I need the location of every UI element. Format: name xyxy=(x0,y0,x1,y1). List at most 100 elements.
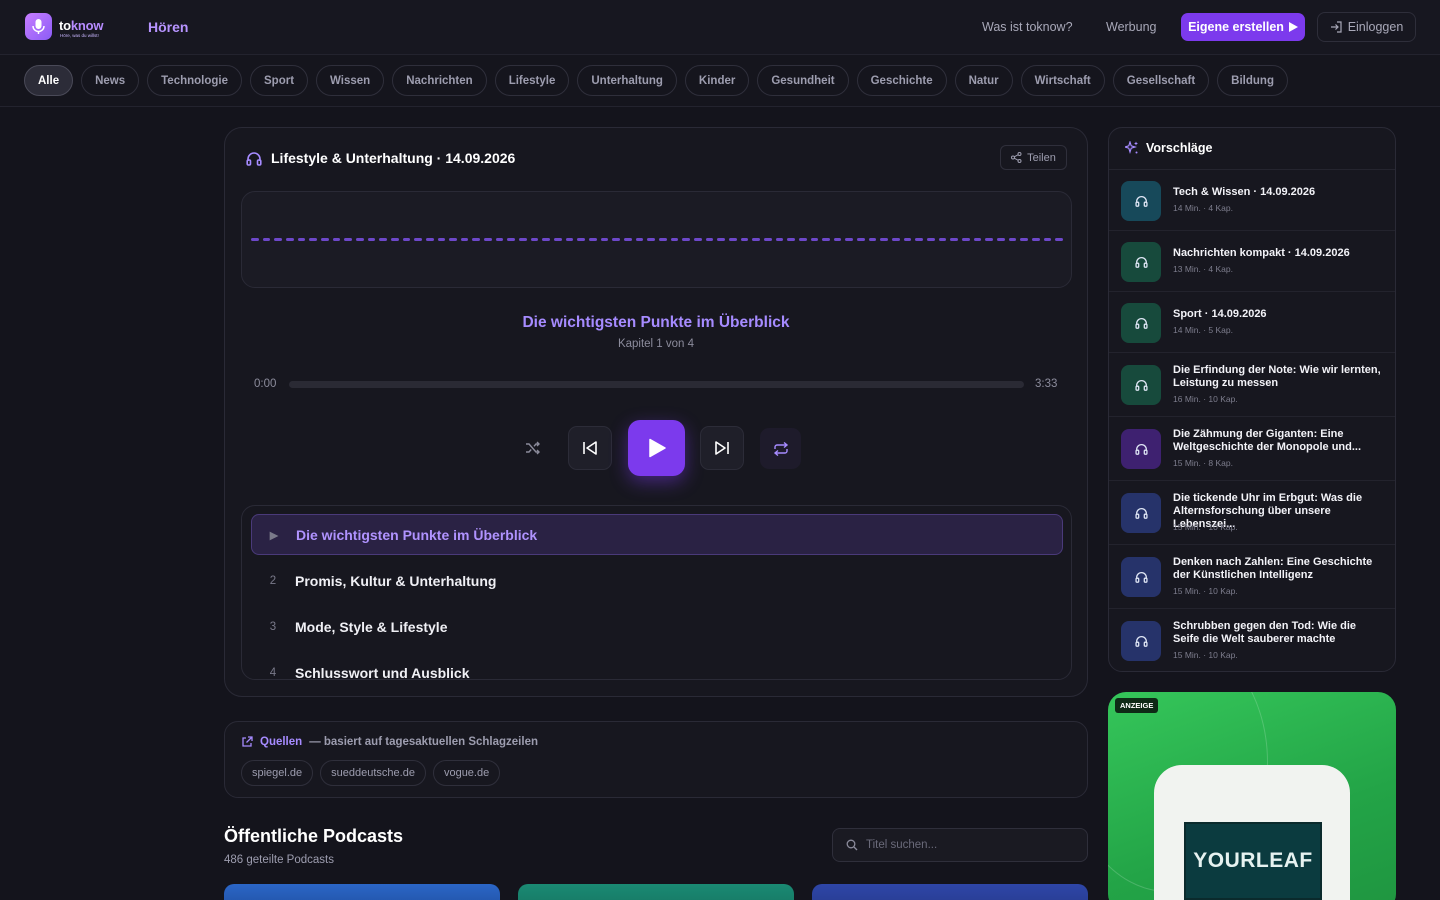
waveform-bar xyxy=(822,238,830,241)
nav-was-ist-toknow[interactable]: Was ist toknow? xyxy=(982,20,1073,34)
suggestion-item[interactable]: Die Zähmung der Giganten: Eine Weltgesch… xyxy=(1109,417,1395,481)
suggestions-header: Vorschläge xyxy=(1125,141,1212,155)
logo-icon[interactable] xyxy=(25,13,52,40)
category-chip-geschichte[interactable]: Geschichte xyxy=(856,65,947,96)
suggestion-item[interactable]: Schrubben gegen den Tod: Wie die Seife d… xyxy=(1109,609,1395,671)
suggestion-meta: 14 Min. · 4 Kap. xyxy=(1173,203,1234,213)
suggestion-item[interactable]: Denken nach Zahlen: Eine Geschichte der … xyxy=(1109,545,1395,609)
waveform-bar xyxy=(717,238,725,241)
brand-name[interactable]: toknow xyxy=(59,18,104,33)
sparkles-icon xyxy=(1125,141,1138,154)
waveform-bar xyxy=(565,238,574,241)
category-chip-technologie[interactable]: Technologie xyxy=(147,65,243,96)
suggestion-thumb xyxy=(1121,429,1161,469)
nav-hoeren[interactable]: Hören xyxy=(148,19,188,35)
suggestions-title: Vorschläge xyxy=(1146,141,1213,155)
category-list: Alle News Technologie Sport Wissen Nachr… xyxy=(24,65,1288,96)
shuffle-button[interactable] xyxy=(517,426,548,470)
category-chip-news[interactable]: News xyxy=(81,65,140,96)
login-button[interactable]: Einloggen xyxy=(1317,12,1416,42)
sources-panel: Quellen — basiert auf tagesaktuellen Sch… xyxy=(224,721,1088,798)
waveform[interactable] xyxy=(241,191,1072,288)
category-chip-wissen[interactable]: Wissen xyxy=(316,65,385,96)
category-chip-natur[interactable]: Natur xyxy=(954,65,1013,96)
podcast-search xyxy=(832,828,1088,862)
waveform-bar xyxy=(775,238,784,241)
waveform-bar xyxy=(542,238,551,241)
waveform-bar xyxy=(624,238,632,241)
waveform-bar xyxy=(787,238,795,241)
suggestion-title: Die Erfindung der Note: Wie wir lernten,… xyxy=(1173,364,1381,389)
chapter-play-icon: ▶ xyxy=(269,529,279,542)
chapter-item[interactable]: 2 Promis, Kultur & Unterhaltung xyxy=(251,560,1063,601)
waveform-bar xyxy=(728,238,737,241)
source-tag[interactable]: sueddeutsche.de xyxy=(320,760,426,786)
source-tag[interactable]: vogue.de xyxy=(432,760,501,786)
podcast-card[interactable] xyxy=(812,884,1088,900)
waveform-bar xyxy=(402,238,411,241)
skip-forward-icon xyxy=(715,441,729,455)
suggestion-title: Nachrichten kompakt · 14.09.2026 xyxy=(1173,247,1350,259)
podcast-card[interactable] xyxy=(224,884,500,900)
ad-banner[interactable]: ANZEIGE YOURLEAF xyxy=(1108,692,1396,900)
category-chip-wirtschaft[interactable]: Wirtschaft xyxy=(1020,65,1105,96)
waveform-bar xyxy=(985,238,993,241)
category-bar: Alle News Technologie Sport Wissen Nachr… xyxy=(0,55,1440,107)
suggestion-thumb xyxy=(1121,621,1161,661)
waveform-bar xyxy=(355,238,364,241)
headphones-icon xyxy=(1134,572,1148,583)
play-button[interactable] xyxy=(628,420,685,476)
waveform-bar xyxy=(379,238,387,241)
waveform-bar xyxy=(367,238,376,241)
waveform-bar xyxy=(449,238,457,241)
category-chip-sport[interactable]: Sport xyxy=(250,65,309,96)
suggestion-item[interactable]: Die tickende Uhr im Erbgut: Was die Alte… xyxy=(1109,481,1395,545)
player-card: Lifestyle & Unterhaltung · 14.09.2026 Te… xyxy=(224,127,1088,697)
previous-button[interactable] xyxy=(568,426,612,470)
play-icon xyxy=(648,438,666,458)
suggestion-item[interactable]: Nachrichten kompakt · 14.09.2026 13 Min. … xyxy=(1109,231,1395,292)
category-chip-lifestyle[interactable]: Lifestyle xyxy=(494,65,570,96)
search-input[interactable] xyxy=(866,839,1066,851)
waveform-bar xyxy=(390,238,399,241)
suggestion-item[interactable]: Die Erfindung der Note: Wie wir lernten,… xyxy=(1109,353,1395,417)
headphones-icon xyxy=(1134,195,1148,207)
suggestion-meta: 15 Min. · 8 Kap. xyxy=(1173,458,1234,468)
chapter-item[interactable]: 4 Schlusswort und Ausblick xyxy=(251,652,1063,680)
next-button[interactable] xyxy=(700,426,744,470)
sources-header: Quellen — basiert auf tagesaktuellen Sch… xyxy=(241,736,538,748)
suggestion-item[interactable]: Tech & Wissen · 14.09.2026 14 Min. · 4 Ka… xyxy=(1109,170,1395,231)
progress-slider[interactable] xyxy=(289,381,1024,388)
waveform-bar xyxy=(1008,238,1017,241)
share-button[interactable]: Teilen xyxy=(1000,145,1067,170)
sources-label: Quellen xyxy=(260,736,303,748)
podcast-card[interactable] xyxy=(518,884,794,900)
category-chip-gesellschaft[interactable]: Gesellschaft xyxy=(1112,65,1210,96)
waveform-bar xyxy=(530,238,539,241)
repeat-button[interactable] xyxy=(760,428,801,469)
waveform-bar xyxy=(285,238,294,241)
waveform-bar xyxy=(600,238,609,241)
waveform-bar xyxy=(554,238,562,241)
suggestion-meta: 14 Min. · 5 Kap. xyxy=(1173,325,1234,335)
waveform-bar xyxy=(1020,238,1028,241)
create-button[interactable]: Eigene erstellen xyxy=(1181,13,1305,41)
suggestion-item[interactable]: Sport · 14.09.2026 14 Min. · 5 Kap. xyxy=(1109,292,1395,353)
suggestion-title: Sport · 14.09.2026 xyxy=(1173,308,1267,320)
category-chip-nachrichten[interactable]: Nachrichten xyxy=(392,65,487,96)
category-chip-unterhaltung[interactable]: Unterhaltung xyxy=(577,65,677,96)
waveform-bar xyxy=(682,238,690,241)
headphones-icon xyxy=(1134,636,1148,647)
category-chip-alle[interactable]: Alle xyxy=(24,65,74,96)
waveform-bar xyxy=(997,238,1005,241)
ad-logo: YOURLEAF xyxy=(1184,822,1322,900)
category-chip-bildung[interactable]: Bildung xyxy=(1217,65,1288,96)
category-chip-kinder[interactable]: Kinder xyxy=(684,65,750,96)
source-tag[interactable]: spiegel.de xyxy=(241,760,314,786)
chapter-list: ▶ Die wichtigsten Punkte im Überblick 2 … xyxy=(241,505,1072,680)
chapter-item[interactable]: 3 Mode, Style & Lifestyle xyxy=(251,606,1063,647)
category-chip-gesundheit[interactable]: Gesundheit xyxy=(757,65,849,96)
chapter-item[interactable]: ▶ Die wichtigsten Punkte im Überblick xyxy=(251,514,1063,555)
suggestion-thumb xyxy=(1121,241,1161,282)
nav-werbung[interactable]: Werbung xyxy=(1106,20,1157,34)
